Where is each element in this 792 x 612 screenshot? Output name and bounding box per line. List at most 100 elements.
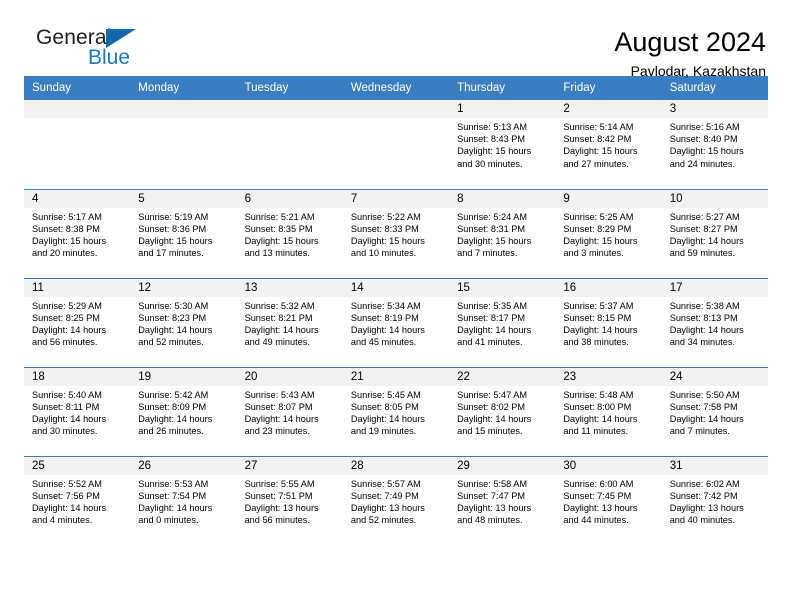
- day-detail-line: Sunrise: 6:02 AM: [669, 478, 740, 489]
- calendar-week-row: 25 Sunrise: 5:52 AM Sunset: 7:56 PM Dayligh…: [24, 455, 768, 545]
- calendar-day-cell[interactable]: 31 Sunrise: 6:02 AM Sunset: 7:42 PM Dayligh…: [661, 455, 768, 545]
- day-details: [237, 118, 343, 121]
- calendar-day-cell[interactable]: 3 Sunrise: 5:16 AM Sunset: 8:40 PM Daylight…: [661, 100, 768, 189]
- calendar-day-cell[interactable]: 16 Sunrise: 5:37 AM Sunset: 8:15 PM Dayligh…: [555, 277, 662, 367]
- calendar-day-cell[interactable]: 23 Sunrise: 5:48 AM Sunset: 8:00 PM Dayligh…: [555, 366, 662, 456]
- day-detail-line: and 11 minutes.: [563, 426, 629, 437]
- day-detail-line: Sunrise: 5:13 AM: [457, 122, 528, 132]
- day-detail-line: Sunset: 7:51 PM: [244, 490, 313, 501]
- day-number: 18: [24, 367, 131, 386]
- day-detail-line: Sunrise: 5:34 AM: [350, 300, 421, 311]
- day-detail-line: Sunrise: 5:32 AM: [244, 300, 315, 311]
- day-details: Sunrise: 5:48 AM Sunset: 8:00 PM Daylight:…: [555, 386, 661, 438]
- day-detail-line: Sunrise: 5:45 AM: [350, 389, 421, 400]
- day-number: 7: [342, 189, 450, 208]
- day-detail-line: Sunrise: 5:50 AM: [669, 389, 740, 400]
- day-number: 1: [449, 100, 556, 118]
- day-detail-line: and 44 minutes.: [563, 515, 629, 526]
- calendar-day-cell[interactable]: 4 Sunrise: 5:17 AM Sunset: 8:38 PM Daylight…: [24, 188, 131, 278]
- day-details: Sunrise: 6:02 AM Sunset: 7:42 PM Daylight:…: [662, 475, 768, 527]
- calendar-day-cell[interactable]: 21 Sunrise: 5:45 AM Sunset: 8:05 PM Dayligh…: [342, 366, 450, 456]
- day-details: Sunrise: 5:25 AM Sunset: 8:29 PM Daylight:…: [555, 208, 661, 260]
- day-number: 28: [342, 456, 450, 475]
- day-number: 21: [342, 367, 450, 386]
- day-detail-line: Sunset: 8:02 PM: [457, 401, 526, 412]
- day-detail-line: Sunset: 8:38 PM: [32, 223, 100, 234]
- calendar-day-cell[interactable]: 30 Sunrise: 6:00 AM Sunset: 7:45 PM Dayligh…: [555, 455, 662, 545]
- day-detail-line: Daylight: 14 hours: [457, 413, 532, 424]
- day-detail-line: Sunset: 7:47 PM: [457, 490, 526, 501]
- day-detail-line: Sunset: 7:54 PM: [138, 490, 207, 501]
- calendar-day-cell[interactable]: 6 Sunrise: 5:21 AM Sunset: 8:35 PM Daylight…: [236, 188, 343, 278]
- calendar-day-cell[interactable]: 12 Sunrise: 5:30 AM Sunset: 8:23 PM Dayligh…: [130, 277, 237, 367]
- day-number: 2: [555, 100, 662, 118]
- calendar-day-cell-empty: [24, 100, 131, 189]
- day-detail-line: Sunrise: 5:55 AM: [244, 478, 315, 489]
- day-number: 23: [555, 367, 662, 386]
- calendar-day-cell[interactable]: 17 Sunrise: 5:38 AM Sunset: 8:13 PM Dayligh…: [661, 277, 768, 367]
- day-details: Sunrise: 5:29 AM Sunset: 8:25 PM Daylight:…: [24, 297, 130, 349]
- day-detail-line: and 4 minutes.: [32, 515, 93, 526]
- day-details: Sunrise: 5:58 AM Sunset: 7:47 PM Daylight:…: [449, 475, 555, 527]
- day-number: 9: [555, 189, 662, 208]
- day-detail-line: Sunset: 8:09 PM: [138, 401, 207, 412]
- day-detail-line: Sunrise: 5:21 AM: [244, 211, 315, 222]
- calendar-day-cell[interactable]: 9 Sunrise: 5:25 AM Sunset: 8:29 PM Daylight…: [555, 188, 662, 278]
- calendar-table: Sunday Monday Tuesday Wednesday Thursday…: [24, 76, 768, 545]
- title-block: August 2024 Pavlodar, Kazakhstan: [614, 26, 768, 81]
- calendar-day-cell[interactable]: 25 Sunrise: 5:52 AM Sunset: 7:56 PM Dayligh…: [24, 455, 131, 545]
- calendar-day-cell[interactable]: 27 Sunrise: 5:55 AM Sunset: 7:51 PM Dayligh…: [236, 455, 343, 545]
- day-detail-line: Sunrise: 5:40 AM: [32, 389, 102, 400]
- day-number: 13: [236, 278, 343, 297]
- general-blue-logo: General Blue: [24, 26, 144, 82]
- day-detail-line: and 15 minutes.: [457, 426, 523, 437]
- day-details: Sunrise: 5:43 AM Sunset: 8:07 PM Daylight:…: [237, 386, 343, 438]
- calendar-day-cell[interactable]: 26 Sunrise: 5:53 AM Sunset: 7:54 PM Dayligh…: [130, 455, 237, 545]
- day-detail-line: Sunrise: 5:16 AM: [669, 122, 740, 132]
- calendar-day-cell[interactable]: 20 Sunrise: 5:43 AM Sunset: 8:07 PM Dayligh…: [236, 366, 343, 456]
- weekday-header-thursday: Thursday: [449, 76, 556, 100]
- calendar-day-cell[interactable]: 1 Sunrise: 5:13 AM Sunset: 8:43 PM Daylight…: [449, 100, 556, 189]
- day-detail-line: Sunrise: 5:53 AM: [138, 478, 209, 489]
- calendar-day-cell[interactable]: 8 Sunrise: 5:24 AM Sunset: 8:31 PM Daylight…: [449, 188, 556, 278]
- day-details: Sunrise: 5:47 AM Sunset: 8:02 PM Daylight:…: [449, 386, 555, 438]
- day-number: 16: [555, 278, 662, 297]
- weekday-header-monday: Monday: [130, 76, 237, 100]
- calendar-day-cell[interactable]: 14 Sunrise: 5:34 AM Sunset: 8:19 PM Dayligh…: [342, 277, 450, 367]
- day-details: [24, 118, 130, 121]
- day-number: [236, 100, 343, 118]
- day-detail-line: Daylight: 15 hours: [563, 235, 638, 246]
- calendar-day-cell[interactable]: 7 Sunrise: 5:22 AM Sunset: 8:33 PM Daylight…: [342, 188, 450, 278]
- day-detail-line: Sunrise: 5:30 AM: [138, 300, 209, 311]
- day-detail-line: Daylight: 15 hours: [244, 235, 319, 246]
- calendar-day-cell[interactable]: 28 Sunrise: 5:57 AM Sunset: 7:49 PM Dayligh…: [342, 455, 450, 545]
- calendar-day-cell[interactable]: 5 Sunrise: 5:19 AM Sunset: 8:36 PM Daylight…: [130, 188, 237, 278]
- day-number: 26: [130, 456, 237, 475]
- day-detail-line: Daylight: 14 hours: [138, 502, 213, 513]
- calendar-day-cell[interactable]: 19 Sunrise: 5:42 AM Sunset: 8:09 PM Dayligh…: [130, 366, 237, 456]
- calendar-day-cell[interactable]: 22 Sunrise: 5:47 AM Sunset: 8:02 PM Dayligh…: [449, 366, 556, 456]
- calendar-day-cell[interactable]: 10 Sunrise: 5:27 AM Sunset: 8:27 PM Dayligh…: [661, 188, 768, 278]
- day-detail-line: Daylight: 13 hours: [669, 502, 744, 513]
- calendar-day-cell[interactable]: 15 Sunrise: 5:35 AM Sunset: 8:17 PM Dayligh…: [449, 277, 556, 367]
- calendar-day-cell[interactable]: 2 Sunrise: 5:14 AM Sunset: 8:42 PM Daylight…: [555, 100, 662, 189]
- day-detail-line: Sunset: 8:21 PM: [244, 312, 313, 323]
- calendar-day-cell[interactable]: 29 Sunrise: 5:58 AM Sunset: 7:47 PM Dayligh…: [449, 455, 556, 545]
- calendar-day-cell[interactable]: 24 Sunrise: 5:50 AM Sunset: 7:58 PM Dayligh…: [661, 366, 768, 456]
- day-detail-line: Sunset: 8:35 PM: [244, 223, 313, 234]
- calendar-day-cell[interactable]: 11 Sunrise: 5:29 AM Sunset: 8:25 PM Dayligh…: [24, 277, 131, 367]
- day-details: Sunrise: 5:45 AM Sunset: 8:05 PM Daylight:…: [343, 386, 449, 438]
- day-detail-line: and 41 minutes.: [457, 337, 523, 348]
- weekday-header-tuesday: Tuesday: [236, 76, 343, 100]
- day-detail-line: and 10 minutes.: [350, 248, 417, 259]
- calendar-day-cell[interactable]: 18 Sunrise: 5:40 AM Sunset: 8:11 PM Dayligh…: [24, 366, 131, 456]
- calendar-day-cell[interactable]: 13 Sunrise: 5:32 AM Sunset: 8:21 PM Dayligh…: [236, 277, 343, 367]
- day-details: Sunrise: 5:24 AM Sunset: 8:31 PM Daylight:…: [449, 208, 555, 260]
- day-detail-line: Sunset: 8:27 PM: [669, 223, 738, 234]
- calendar-week-row: 4 Sunrise: 5:17 AM Sunset: 8:38 PM Daylight…: [24, 188, 768, 278]
- day-detail-line: Daylight: 13 hours: [457, 502, 532, 513]
- day-detail-line: and 40 minutes.: [669, 515, 736, 526]
- day-detail-line: Sunset: 8:31 PM: [457, 223, 526, 234]
- day-number: 20: [236, 367, 343, 386]
- day-detail-line: Sunrise: 5:48 AM: [563, 389, 634, 400]
